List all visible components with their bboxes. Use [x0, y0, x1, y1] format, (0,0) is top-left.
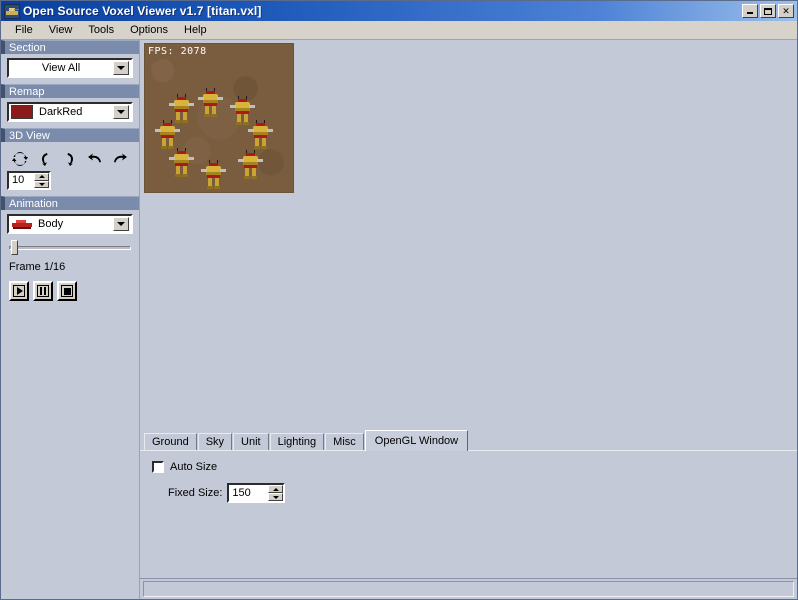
tab-misc[interactable]: Misc: [325, 433, 364, 451]
section-dropdown[interactable]: View All: [7, 58, 133, 78]
vehicle-icon: [12, 219, 32, 229]
maximize-icon: [764, 7, 772, 15]
tab-sky[interactable]: Sky: [197, 433, 233, 451]
auto-size-row[interactable]: Auto Size: [150, 459, 797, 483]
frame-counter-label: Frame 1/16: [9, 261, 66, 273]
menu-file[interactable]: File: [7, 22, 41, 38]
chevron-down-icon[interactable]: [113, 61, 129, 75]
rotate-left-icon[interactable]: [34, 149, 56, 169]
voxel-unit: [169, 148, 194, 177]
spinner-down-icon[interactable]: [34, 180, 49, 188]
frame-slider[interactable]: [9, 240, 131, 256]
view3d-toolbar: [7, 146, 133, 171]
minimize-icon: [747, 12, 753, 14]
rotation-step-value: 10: [9, 173, 34, 188]
status-bar: [140, 578, 797, 599]
minimize-button[interactable]: [742, 4, 758, 18]
fixed-size-spinner[interactable]: 150: [227, 483, 286, 503]
stop-icon: [63, 287, 71, 295]
section-dropdown-value: View All: [41, 62, 81, 74]
spinner-down-icon[interactable]: [268, 493, 284, 501]
close-icon: ✕: [782, 5, 790, 16]
auto-size-label: Auto Size: [170, 461, 218, 473]
voxel-unit: [155, 120, 180, 149]
redo-rotate-icon[interactable]: [109, 149, 131, 169]
undo-rotate-icon[interactable]: [84, 149, 106, 169]
fixed-size-value: 150: [229, 485, 269, 501]
animation-group-body: Body Frame 1/16: [1, 210, 139, 307]
body-area: Section View All Remap DarkRed 3D View 1…: [1, 40, 797, 599]
close-button[interactable]: ✕: [778, 4, 794, 18]
fixed-size-label: Fixed Size:: [168, 487, 223, 499]
menu-options[interactable]: Options: [122, 22, 176, 38]
tab-lighting[interactable]: Lighting: [269, 433, 325, 451]
pause-icon: [40, 287, 46, 295]
tab-unit[interactable]: Unit: [233, 433, 269, 451]
section-group-header: Section: [1, 40, 139, 54]
menu-view[interactable]: View: [41, 22, 81, 38]
view3d-group-body: 10: [1, 142, 139, 196]
view3d-group-header: 3D View: [1, 128, 139, 142]
voxel-unit: [230, 96, 255, 125]
main-area: FPS: 2078 Ground Sky Unit Lighting Misc OpenG…: [140, 40, 797, 599]
menu-help[interactable]: Help: [176, 22, 215, 38]
voxel-unit: [169, 94, 194, 123]
bottom-panel: Ground Sky Unit Lighting Misc OpenGL Window A…: [140, 429, 797, 599]
remap-group-body: DarkRed: [1, 98, 139, 128]
tank-icon: [4, 3, 20, 19]
animation-group-header: Animation: [1, 196, 139, 210]
fps-counter: FPS: 2078: [148, 46, 207, 57]
spinner-up-icon[interactable]: [34, 173, 49, 181]
opengl-viewport[interactable]: FPS: 2078: [144, 43, 294, 193]
menu-bar: File View Tools Options Help: [1, 21, 797, 40]
fixed-size-row: Fixed Size: 150: [150, 483, 797, 503]
tab-opengl-window[interactable]: OpenGL Window: [364, 430, 469, 451]
voxel-unit: [198, 88, 223, 117]
frame-slider-track: [9, 246, 131, 250]
stop-button[interactable]: [57, 281, 77, 301]
left-sidebar: Section View All Remap DarkRed 3D View 1…: [1, 40, 140, 599]
rotate-right-icon[interactable]: [59, 149, 81, 169]
window-controls: ✕: [742, 4, 795, 18]
rotation-step-spinner[interactable]: 10: [7, 171, 51, 190]
chevron-down-icon[interactable]: [113, 217, 129, 231]
rotate-reset-icon[interactable]: [9, 149, 31, 169]
play-icon: [16, 287, 23, 295]
frame-slider-thumb[interactable]: [11, 240, 18, 255]
menu-tools[interactable]: Tools: [80, 22, 122, 38]
status-text: [143, 581, 794, 597]
maximize-button[interactable]: [760, 4, 776, 18]
remap-dropdown[interactable]: DarkRed: [7, 102, 133, 122]
remap-dropdown-value: DarkRed: [39, 106, 83, 118]
playback-controls: [7, 273, 133, 301]
section-group-body: View All: [1, 54, 139, 84]
spinner-up-icon[interactable]: [268, 485, 284, 493]
remap-group-header: Remap: [1, 84, 139, 98]
pause-button[interactable]: [33, 281, 53, 301]
animation-dropdown[interactable]: Body: [7, 214, 133, 234]
remap-color-swatch: [11, 105, 33, 119]
auto-size-checkbox[interactable]: [152, 461, 164, 473]
application-window: Open Source Voxel Viewer v1.7 [titan.vxl…: [0, 0, 798, 600]
voxel-unit: [201, 160, 226, 189]
title-bar: Open Source Voxel Viewer v1.7 [titan.vxl…: [1, 1, 797, 21]
tab-strip: Ground Sky Unit Lighting Misc OpenGL Window: [140, 429, 797, 451]
window-title: Open Source Voxel Viewer v1.7 [titan.vxl…: [23, 4, 262, 18]
tab-page-opengl-window: Auto Size Fixed Size: 150: [140, 450, 797, 577]
tab-ground[interactable]: Ground: [144, 433, 197, 451]
play-button[interactable]: [9, 281, 29, 301]
voxel-unit: [248, 120, 273, 149]
voxel-unit: [238, 150, 263, 179]
animation-dropdown-value: Body: [38, 218, 64, 230]
chevron-down-icon[interactable]: [113, 105, 129, 119]
